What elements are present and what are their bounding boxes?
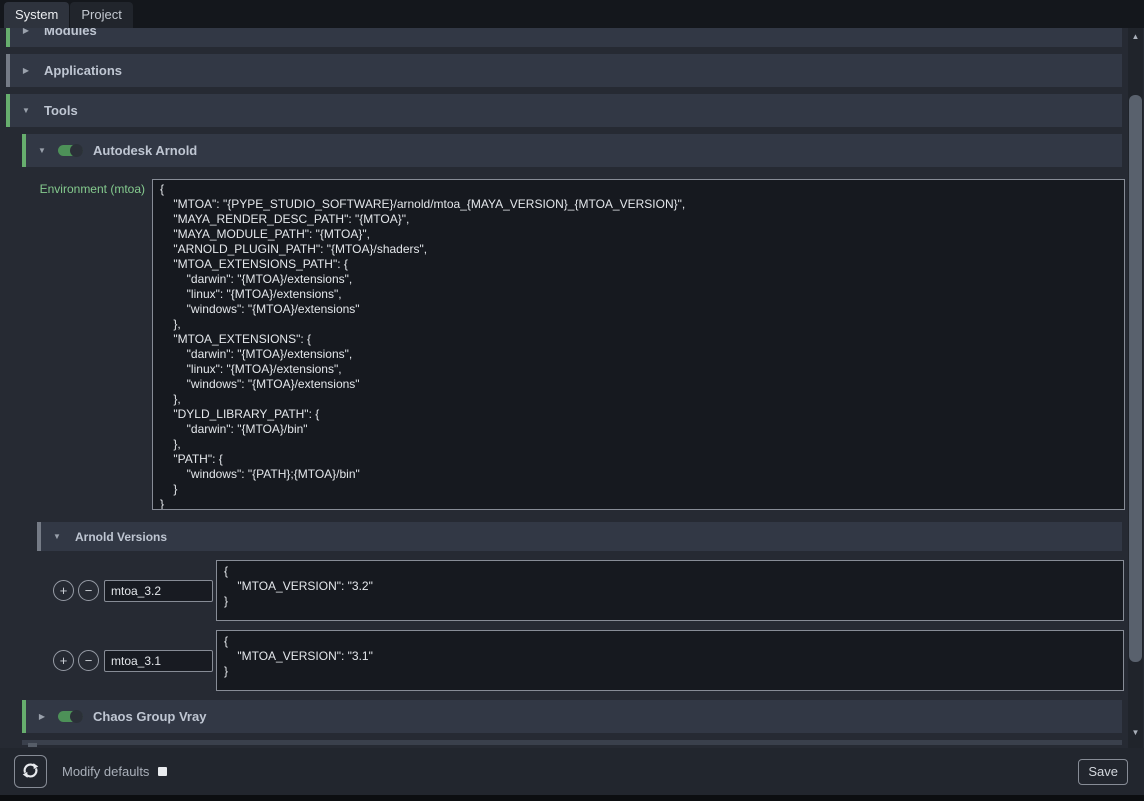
version-row: + − { "MTOA_VERSION": "3.1" } [0, 630, 1144, 691]
refresh-button[interactable] [14, 755, 47, 788]
arnold-enabled-toggle[interactable] [58, 145, 83, 156]
modify-defaults-label: Modify defaults [62, 764, 149, 779]
modify-defaults-checkbox[interactable] [158, 767, 167, 776]
chevron-right-icon: ▶ [18, 28, 34, 35]
chevron-down-icon: ▼ [18, 106, 34, 115]
section-header-autodesk-arnold[interactable]: ▼ Autodesk Arnold [22, 134, 1122, 167]
version-key-input[interactable] [104, 580, 213, 602]
partial-next-section [22, 740, 1122, 745]
settings-viewport: ▶ Modules ▶ Applications ▼ Tools ▼ Autod… [0, 28, 1144, 748]
section-label: Modules [44, 28, 97, 38]
section-label: Autodesk Arnold [93, 143, 197, 158]
chevron-right-icon: ▶ [18, 66, 34, 75]
window-bottom-strip [0, 795, 1144, 801]
footer-bar: Modify defaults Save [0, 748, 1144, 795]
tab-project[interactable]: Project [70, 2, 132, 28]
section-header-chaos-group-vray[interactable]: ▶ Chaos Group Vray [22, 700, 1122, 733]
chevron-right-icon: ▶ [34, 712, 50, 721]
remove-version-button[interactable]: − [78, 580, 99, 601]
scroll-down-button[interactable]: ▼ [1128, 726, 1143, 740]
tab-system[interactable]: System [4, 2, 69, 28]
version-json-editor[interactable]: { "MTOA_VERSION": "3.2" } [216, 560, 1124, 621]
environment-label: Environment (mtoa) [0, 179, 145, 196]
section-header-applications[interactable]: ▶ Applications [6, 54, 1122, 87]
vertical-scrollbar[interactable]: ▲ ▼ [1128, 28, 1143, 748]
add-version-button[interactable]: + [53, 580, 74, 601]
section-label: Arnold Versions [75, 530, 167, 544]
section-label: Applications [44, 63, 122, 78]
environment-json-editor[interactable]: { "MTOA": "{PYPE_STUDIO_SOFTWARE}/arnold… [152, 179, 1125, 510]
section-label: Chaos Group Vray [93, 709, 206, 724]
toggle-knob [70, 144, 83, 157]
environment-row: Environment (mtoa) { "MTOA": "{PYPE_STUD… [0, 179, 1144, 510]
section-label: Tools [44, 103, 78, 118]
save-button[interactable]: Save [1078, 759, 1128, 785]
chevron-down-icon: ▼ [49, 532, 65, 541]
section-header-modules[interactable]: ▶ Modules [6, 28, 1122, 47]
version-row: + − { "MTOA_VERSION": "3.2" } [0, 560, 1144, 621]
refresh-icon [21, 761, 40, 783]
version-json-editor[interactable]: { "MTOA_VERSION": "3.1" } [216, 630, 1124, 691]
toggle-knob [70, 710, 83, 723]
scrollbar-thumb[interactable] [1129, 95, 1142, 662]
remove-version-button[interactable]: − [78, 650, 99, 671]
settings-window: System Project ▶ Modules ▶ Applications … [0, 0, 1144, 801]
add-version-button[interactable]: + [53, 650, 74, 671]
horizontal-scrollbar-thumb[interactable] [28, 743, 37, 747]
section-header-arnold-versions[interactable]: ▼ Arnold Versions [37, 522, 1122, 551]
vray-enabled-toggle[interactable] [58, 711, 83, 722]
tab-bar: System Project [0, 0, 1144, 28]
scroll-up-button[interactable]: ▲ [1128, 30, 1143, 44]
scroll-content: ▶ Modules ▶ Applications ▼ Tools ▼ Autod… [0, 28, 1144, 745]
section-header-tools[interactable]: ▼ Tools [6, 94, 1122, 127]
chevron-down-icon: ▼ [34, 146, 50, 155]
version-key-input[interactable] [104, 650, 213, 672]
